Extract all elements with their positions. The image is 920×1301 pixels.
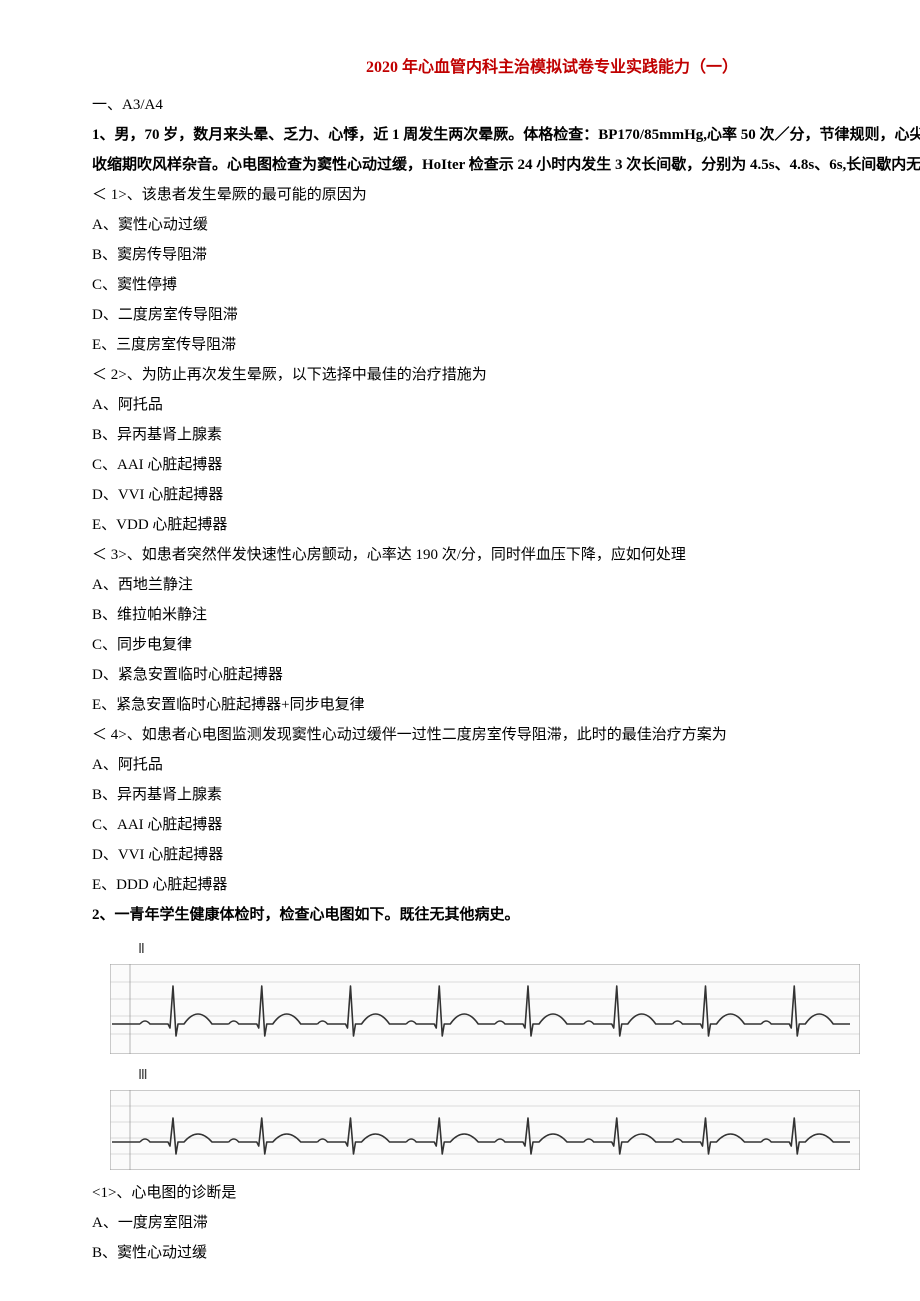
- q1-sub2-opt-c: C、AAI 心脏起搏器: [92, 450, 920, 480]
- q1-sub1-opt-c: C、窦性停搏: [92, 270, 920, 300]
- q2-sub1-opt-b: B、窦性心动过缓: [92, 1238, 920, 1268]
- section-header-1: 一、A3/A4: [92, 90, 920, 120]
- q1-sub3-opt-a: A、西地兰静注: [92, 570, 920, 600]
- q1-sub4: ＜ 4>、如患者心电图监测发现窦性心动过缓伴一过性二度房室传导阻滞，此时的最佳治…: [92, 720, 920, 750]
- q1-sub2-opt-e: E、VDD 心脏起搏器: [92, 510, 920, 540]
- ecg-lead-3-svg: [110, 1090, 860, 1170]
- q1-sub1-opt-d: D、二度房室传导阻滞: [92, 300, 920, 330]
- q2-sub1: <1>、心电图的诊断是: [92, 1178, 920, 1208]
- q1-sub2-opt-d: D、VVI 心脏起搏器: [92, 480, 920, 510]
- ecg-strip-lead-2: Ⅱ: [110, 936, 860, 1054]
- q1-sub4-opt-e: E、DDD 心脏起搏器: [92, 870, 920, 900]
- q1-sub1-opt-b: B、窦房传导阻滞: [92, 240, 920, 270]
- q1-sub4-opt-a: A、阿托品: [92, 750, 920, 780]
- q1-sub4-opt-b: B、异丙基肾上腺素: [92, 780, 920, 810]
- q1-sub4-opt-c: C、AAI 心脏起搏器: [92, 810, 920, 840]
- ecg-lead-2-svg: [110, 964, 860, 1054]
- q1-sub1: ＜ 1>、该患者发生晕厥的最可能的原因为: [92, 180, 920, 210]
- q1-sub4-opt-d: D、VVI 心脏起搏器: [92, 840, 920, 870]
- q1-sub3-opt-d: D、紧急安置临时心脏起搏器: [92, 660, 920, 690]
- ecg-lead-3-label: Ⅲ: [138, 1062, 860, 1090]
- ecg-figure: Ⅱ Ⅲ: [110, 936, 860, 1170]
- q1-sub1-opt-e: E、三度房室传导阻滞: [92, 330, 920, 360]
- q1-sub2-opt-b: B、异丙基肾上腺素: [92, 420, 920, 450]
- q1-stem: 1、男，70 岁，数月来头晕、乏力、心悸，近 1 周发生两次晕厥。体格检查：BP…: [92, 120, 920, 180]
- ecg-strip-lead-3: Ⅲ: [110, 1062, 860, 1170]
- q2-stem: 2、一青年学生健康体检时，检查心电图如下。既往无其他病史。: [92, 900, 920, 930]
- q1-sub3-opt-c: C、同步电复律: [92, 630, 920, 660]
- ecg-lead-2-label: Ⅱ: [138, 936, 860, 964]
- q1-sub1-opt-a: A、窦性心动过缓: [92, 210, 920, 240]
- page-title: 2020 年心血管内科主治模拟试卷专业实践能力（一）: [92, 52, 920, 84]
- q1-sub2: ＜ 2>、为防止再次发生晕厥，以下选择中最佳的治疗措施为: [92, 360, 920, 390]
- q1-sub2-opt-a: A、阿托品: [92, 390, 920, 420]
- q1-sub3: ＜ 3>、如患者突然伴发快速性心房颤动，心率达 190 次/分，同时伴血压下降，…: [92, 540, 920, 570]
- q1-sub3-opt-e: E、紧急安置临时心脏起搏器+同步电复律: [92, 690, 920, 720]
- q1-sub3-opt-b: B、维拉帕米静注: [92, 600, 920, 630]
- q2-sub1-opt-a: A、一度房室阻滞: [92, 1208, 920, 1238]
